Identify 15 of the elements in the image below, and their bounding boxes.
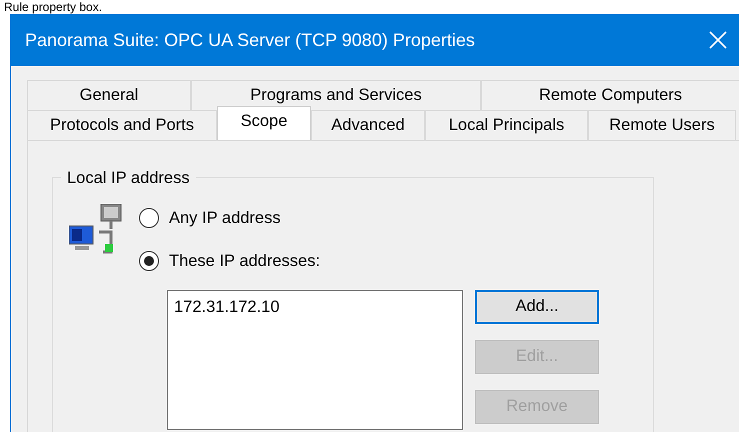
tab[interactable]: Scope [217, 106, 311, 140]
tab[interactable]: General [27, 80, 191, 110]
tab[interactable]: Remote Computers [481, 80, 739, 110]
window-title: Panorama Suite: OPC UA Server (TCP 9080) Properties [25, 28, 475, 52]
tab[interactable]: Advanced [311, 110, 425, 140]
caption-text: Rule property box. [3, 0, 104, 14]
tab[interactable]: Remote Users [588, 110, 736, 140]
dialog-button[interactable]: Add... [475, 290, 599, 324]
radio-label[interactable]: Any IP address [169, 206, 281, 231]
tab[interactable]: Local Principals [425, 110, 588, 140]
tab[interactable]: Programs and Services [191, 80, 481, 110]
ip-address-list[interactable]: 172.31.172.10 [167, 290, 463, 430]
tab[interactable]: Protocols and Ports [27, 110, 217, 140]
ip-address-item[interactable]: 172.31.172.10 [174, 294, 456, 320]
radio-label[interactable]: These IP addresses: [169, 248, 320, 274]
